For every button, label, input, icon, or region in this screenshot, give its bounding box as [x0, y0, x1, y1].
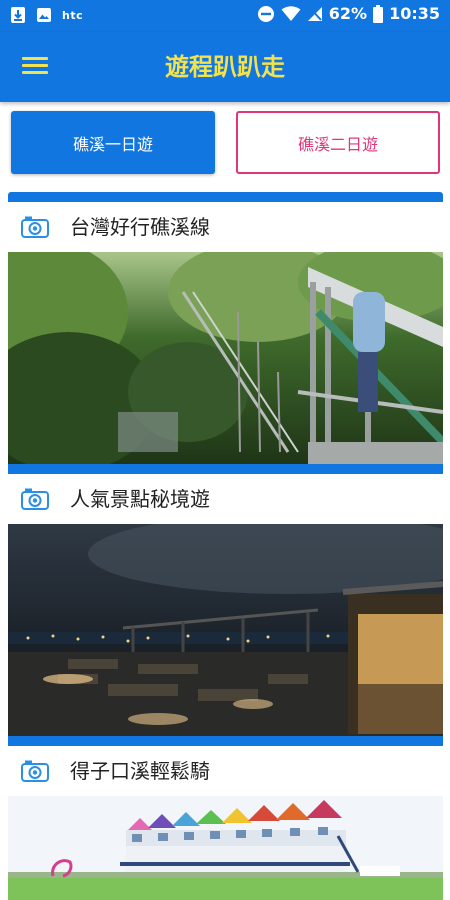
card-header: 台灣好行礁溪線 — [8, 202, 443, 252]
tour-title: 得子口溪輕鬆騎 — [70, 759, 210, 783]
app-bar: 遊程趴趴走 — [0, 32, 450, 102]
clock-time: 10:35 — [389, 4, 440, 23]
no-signal-icon — [307, 6, 322, 21]
camera-icon — [21, 488, 49, 510]
camera-icon — [21, 216, 49, 238]
card-divider-bar — [8, 464, 443, 474]
tour-photo-forest-stairs — [8, 252, 443, 464]
do-not-disturb-icon — [257, 5, 274, 22]
card-header: 人氣景點秘境遊 — [8, 474, 443, 524]
camera-icon — [21, 760, 49, 782]
image-icon — [37, 8, 51, 22]
list-top-bar — [8, 192, 443, 202]
tab-day-trip-two[interactable]: 礁溪二日遊 — [236, 111, 440, 174]
carrier-label: htc — [62, 8, 84, 22]
wifi-icon — [281, 5, 301, 21]
battery-percent: 62% — [328, 4, 368, 23]
status-bar: htc 62% 10:35 — [0, 0, 450, 32]
card-header: 得子口溪輕鬆騎 — [8, 746, 443, 796]
app-title: 遊程趴趴走 — [165, 53, 285, 81]
tour-photo-night-view — [8, 524, 443, 736]
tour-title: 人氣景點秘境遊 — [70, 487, 210, 511]
card-divider-bar — [8, 736, 443, 746]
tab-day-trip-one[interactable]: 礁溪一日遊 — [11, 111, 215, 174]
hamburger-menu-icon[interactable] — [22, 54, 48, 76]
tour-photo-colorful-houses — [8, 796, 443, 900]
download-icon — [11, 7, 25, 23]
battery-icon — [373, 4, 384, 23]
tour-title: 台灣好行礁溪線 — [70, 215, 210, 239]
